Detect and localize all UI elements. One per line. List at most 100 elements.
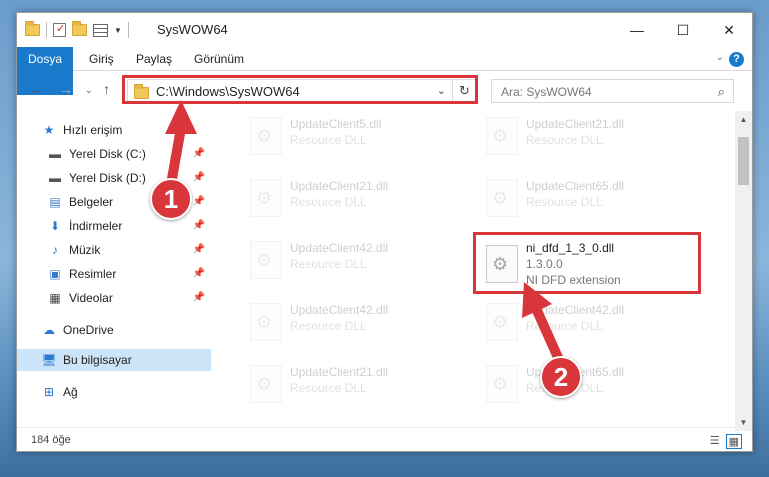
up-button[interactable]: ↑ [103, 81, 110, 97]
nav-label: Yerel Disk (D:) [69, 171, 146, 185]
pin-icon[interactable]: 📌 [193, 268, 205, 279]
dll-file-icon [250, 179, 282, 217]
file-item[interactable]: UpdateClient5.dll Resource DLL [242, 111, 472, 159]
file-item[interactable]: UpdateClient42.dll Resource DLL [242, 297, 472, 345]
file-type: Resource DLL [290, 381, 367, 395]
dll-file-icon [250, 303, 282, 341]
pin-icon[interactable]: 📌 [193, 244, 205, 255]
dll-file-icon [486, 303, 518, 341]
drive-icon: ▬ [49, 171, 61, 185]
help-icon[interactable]: ? [729, 52, 744, 67]
pin-icon[interactable]: 📌 [193, 220, 205, 231]
scrollbar-thumb[interactable] [738, 137, 749, 185]
forward-button[interactable]: → [59, 81, 73, 97]
video-icon: ▦ [49, 291, 61, 305]
new-folder-icon[interactable] [72, 21, 87, 36]
file-name: UpdateClient42.dll [290, 303, 389, 317]
file-type: Resource DLL [526, 319, 603, 333]
nav-item-local-disk-c[interactable]: ▬ Yerel Disk (C:) 📌 [17, 143, 211, 165]
cloud-icon: ☁ [43, 323, 55, 337]
nav-label: Resimler [69, 267, 117, 281]
address-bar-highlight [122, 75, 478, 104]
nav-label: OneDrive [63, 323, 114, 337]
maximize-button[interactable]: ☐ [660, 13, 706, 47]
pin-icon[interactable]: 📌 [193, 148, 205, 159]
view-toggle: ☰ ▦ [710, 434, 742, 449]
file-item[interactable]: UpdateClient65.dll Resource DLL [478, 359, 708, 407]
dll-file-icon [486, 117, 518, 155]
file-name: UpdateClient21.dll [526, 117, 625, 131]
chevron-down-icon[interactable]: ▼ [114, 26, 122, 35]
nav-label: İndirmeler [69, 219, 123, 233]
file-type: Resource DLL [290, 257, 367, 271]
tab-view[interactable]: Görünüm [194, 47, 244, 71]
file-type: Resource DLL [290, 133, 367, 147]
nav-item-music[interactable]: ♪ Müzik 📌 [17, 239, 211, 261]
file-type: Resource DLL [526, 133, 603, 147]
nav-item-this-pc[interactable]: 🖥 Bu bilgisayar [17, 349, 211, 371]
nav-label: Hızlı erişim [63, 123, 123, 137]
file-name: UpdateClient65.dll [526, 179, 625, 193]
navigation-pane: ★ Hızlı erişim ▬ Yerel Disk (C:) 📌 ▬ Yer… [17, 111, 211, 421]
pin-icon[interactable]: 📌 [193, 196, 205, 207]
nav-label: Bu bilgisayar [63, 353, 132, 367]
file-item[interactable]: UpdateClient42.dll Resource DLL [242, 235, 472, 283]
computer-icon: 🖥 [41, 353, 57, 367]
file-item[interactable]: UpdateClient21.dll Resource DLL [478, 111, 708, 159]
file-item[interactable]: UpdateClient65.dll Resource DLL [478, 173, 708, 221]
title-bar: ▼ SysWOW64 — ☐ ✕ [17, 13, 752, 47]
nav-label: Belgeler [69, 195, 114, 209]
file-highlight [473, 232, 701, 294]
documents-icon: ▤ [49, 195, 61, 209]
search-input[interactable]: Ara: SysWOW64 [501, 85, 592, 99]
drive-icon: ▬ [49, 147, 61, 161]
file-type: Resource DLL [290, 319, 367, 333]
file-item[interactable]: UpdateClient42.dll Resource DLL [478, 297, 708, 345]
vertical-scrollbar[interactable]: ▲ ▼ [735, 111, 752, 431]
minimize-button[interactable]: — [614, 13, 660, 47]
dll-file-icon [486, 365, 518, 403]
folder-icon [25, 21, 40, 36]
properties-icon[interactable] [53, 22, 66, 37]
item-count: 184 öğe [31, 434, 71, 446]
close-button[interactable]: ✕ [706, 13, 752, 47]
dll-file-icon [250, 241, 282, 279]
search-icon[interactable]: ⌕ [718, 84, 725, 100]
window-controls: — ☐ ✕ [614, 13, 752, 47]
nav-item-network[interactable]: ⊞ Ağ [17, 381, 211, 403]
expand-ribbon-icon[interactable]: ⌄ [716, 52, 724, 63]
pin-icon[interactable]: 📌 [193, 292, 205, 303]
file-name: UpdateClient42.dll [290, 241, 389, 255]
tab-home[interactable]: Giriş [89, 47, 114, 71]
status-bar: 184 öğe ☰ ▦ [17, 427, 752, 451]
nav-item-pictures[interactable]: ▣ Resimler 📌 [17, 263, 211, 285]
ribbon-tabs: Dosya Giriş Paylaş Görünüm ⌄ ? [17, 47, 752, 95]
nav-item-downloads[interactable]: ⬇ İndirmeler 📌 [17, 215, 211, 237]
file-item[interactable]: UpdateClient21.dll Resource DLL [242, 359, 472, 407]
recent-locations-button[interactable]: ⌄ [85, 85, 93, 96]
scroll-up-icon[interactable]: ▲ [735, 111, 752, 128]
search-box[interactable]: Ara: SysWOW64 ⌕ [491, 79, 734, 103]
back-button[interactable]: ← [29, 81, 43, 97]
tab-share[interactable]: Paylaş [136, 47, 172, 71]
file-type: Resource DLL [526, 195, 603, 209]
network-icon: ⊞ [43, 385, 55, 399]
nav-item-quick-access[interactable]: ★ Hızlı erişim [17, 119, 211, 141]
details-view-icon[interactable]: ☰ [710, 434, 720, 449]
large-icons-view-icon[interactable]: ▦ [725, 434, 742, 449]
file-name: UpdateClient5.dll [290, 117, 382, 131]
toolbar-separator [127, 22, 129, 38]
nav-label: Yerel Disk (C:) [69, 147, 146, 161]
pin-icon[interactable]: 📌 [193, 172, 205, 183]
dll-file-icon [250, 117, 282, 155]
nav-item-onedrive[interactable]: ☁ OneDrive [17, 319, 211, 341]
file-item[interactable]: UpdateClient21.dll Resource DLL [242, 173, 472, 221]
file-name: UpdateClient42.dll [526, 303, 625, 317]
download-icon: ⬇ [49, 219, 61, 233]
view-options-icon[interactable] [93, 23, 108, 37]
window-title: SysWOW64 [157, 22, 228, 37]
nav-item-videos[interactable]: ▦ Videolar 📌 [17, 287, 211, 309]
pictures-icon: ▣ [49, 267, 61, 281]
dll-file-icon [486, 179, 518, 217]
quick-access-toolbar: ▼ [25, 21, 129, 38]
